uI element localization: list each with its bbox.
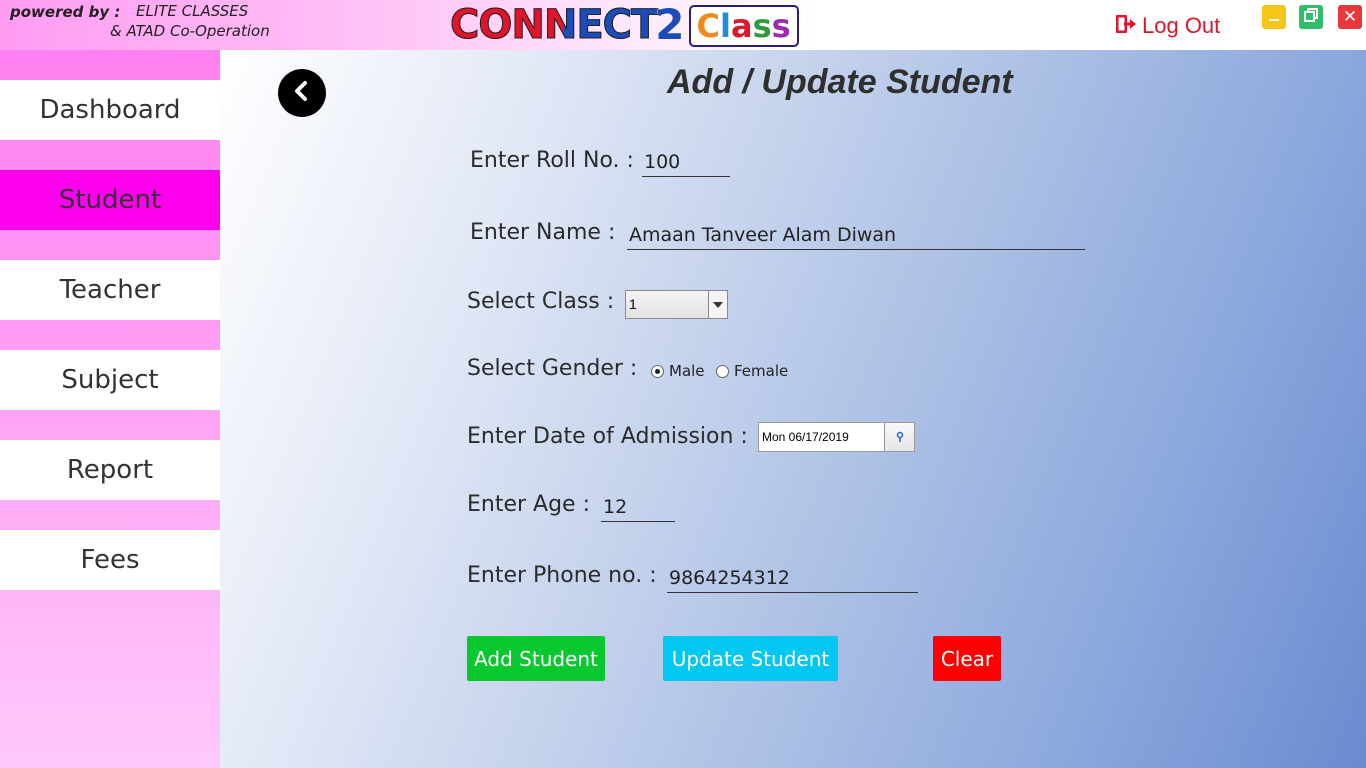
gender-label: Select Gender : <box>467 356 638 381</box>
add-student-button[interactable]: Add Student <box>467 636 605 681</box>
close-button[interactable]: ✕ <box>1338 5 1362 29</box>
sidebar-item-subject[interactable]: Subject <box>0 350 220 410</box>
logo-class-box: Class <box>688 5 799 47</box>
date-picker[interactable]: Mon 06/17/2019 <box>758 422 915 452</box>
back-button[interactable] <box>278 69 326 117</box>
class-select[interactable]: 1 <box>625 290 728 319</box>
doa-label: Enter Date of Admission : <box>467 424 748 449</box>
age-input[interactable] <box>601 493 675 522</box>
restore-button[interactable] <box>1299 5 1323 29</box>
page-title: Add / Update Student <box>667 63 1013 101</box>
logout-label: Log Out <box>1142 13 1221 38</box>
minimize-button[interactable] <box>1262 5 1286 29</box>
class-label: Select Class : <box>467 289 615 314</box>
gender-option-female: Female <box>734 362 789 380</box>
top-bar: powered by : ELITE CLASSES & ATAD Co-Ope… <box>0 0 1366 50</box>
sidebar-item-student[interactable]: Student <box>0 170 220 230</box>
app-logo: CONNECT2 Class <box>449 0 799 50</box>
clear-button[interactable]: Clear <box>933 636 1001 681</box>
roll-input[interactable] <box>642 148 730 177</box>
phone-input[interactable] <box>667 564 918 593</box>
gender-option-male: Male <box>669 362 705 380</box>
name-input[interactable] <box>627 221 1085 250</box>
phone-label: Enter Phone no. : <box>467 563 657 588</box>
main-content: Add / Update Student Enter Roll No. : En… <box>220 50 1366 768</box>
date-value[interactable]: Mon 06/17/2019 <box>759 423 884 451</box>
minimize-icon <box>1267 8 1281 27</box>
sidebar-item-fees[interactable]: Fees <box>0 530 220 590</box>
powered-by-label: powered by : <box>10 3 121 21</box>
chevron-down-icon[interactable] <box>708 291 727 318</box>
radio-selected-icon[interactable] <box>651 364 664 378</box>
sidebar-item-report[interactable]: Report <box>0 440 220 500</box>
logout-icon <box>1115 13 1137 39</box>
gender-radio-female[interactable]: Female <box>716 362 788 380</box>
chevron-left-icon <box>291 80 313 106</box>
update-student-button[interactable]: Update Student <box>663 636 838 681</box>
name-label: Enter Name : <box>470 220 616 245</box>
logo-number: 2 <box>655 0 685 49</box>
powered-by-org-2: & ATAD Co-Operation <box>110 22 270 40</box>
logout-button[interactable]: Log Out <box>1115 12 1220 40</box>
calendar-icon[interactable] <box>884 423 914 451</box>
sidebar-item-teacher[interactable]: Teacher <box>0 260 220 320</box>
sidebar: Dashboard Student Teacher Subject Report… <box>0 50 220 768</box>
radio-unselected-icon[interactable] <box>716 364 729 378</box>
logo-connect-text: CONNECT <box>449 2 658 49</box>
sidebar-item-dashboard[interactable]: Dashboard <box>0 80 220 140</box>
class-select-value: 1 <box>629 296 637 312</box>
restore-icon <box>1303 7 1319 27</box>
close-icon: ✕ <box>1342 7 1358 27</box>
age-label: Enter Age : <box>467 492 590 517</box>
gender-radio-male[interactable]: Male <box>651 362 705 380</box>
roll-label: Enter Roll No. : <box>470 148 634 173</box>
powered-by-org-1: ELITE CLASSES <box>136 2 249 20</box>
